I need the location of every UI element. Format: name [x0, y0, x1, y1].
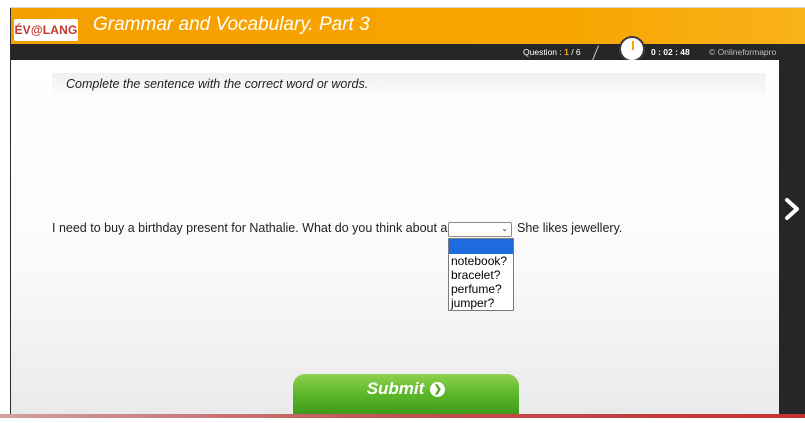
option-jumper[interactable]: jumper? [449, 296, 513, 310]
instruction-bar: Complete the sentence with the correct w… [52, 73, 766, 95]
status-bar: Question : 1 / 6 0 : 02 : 48 © Onlinefor… [11, 44, 805, 61]
question-counter: Question : 1 / 6 [523, 45, 581, 59]
side-nav-bar [779, 60, 805, 414]
question-area: Complete the sentence with the correct w… [11, 60, 779, 414]
submit-button-content: Submit ❯ [367, 379, 446, 399]
option-notebook[interactable]: notebook? [449, 254, 513, 268]
chevron-down-icon: ⌄ [501, 224, 508, 233]
question-prefix: Question : [523, 47, 565, 57]
header-bar: ÉV@LANG Grammar and Vocabulary. Part 3 [11, 8, 805, 44]
logo-text: ÉV@LANG [14, 23, 78, 37]
stopwatch-icon [619, 36, 645, 62]
timer-value: 0 : 02 : 48 [651, 47, 690, 57]
option-blank-highlighted[interactable] [449, 239, 513, 254]
sentence-start: I need to buy a birthday present for Nat… [52, 221, 448, 235]
option-perfume[interactable]: perfume? [449, 282, 513, 296]
instruction-text: Complete the sentence with the correct w… [66, 77, 369, 91]
submit-button[interactable]: Submit ❯ [293, 374, 519, 414]
page-title: Grammar and Vocabulary. Part 3 [93, 14, 370, 35]
answer-select[interactable]: ⌄ [448, 222, 512, 237]
chevron-right-icon[interactable] [782, 194, 802, 224]
question-total: / 6 [568, 47, 581, 57]
answer-options-list: notebook? bracelet? perfume? jumper? [448, 238, 514, 311]
sentence-end: She likes jewellery. [517, 221, 623, 235]
arrow-circle-icon: ❯ [430, 381, 446, 397]
app-window: ÉV@LANG Grammar and Vocabulary. Part 3 Q… [10, 8, 805, 414]
submit-label: Submit [366, 379, 425, 398]
stopwatch-hand [632, 41, 634, 50]
copyright-text: © Onlineformapro [709, 47, 777, 57]
bottom-accent-line [0, 414, 805, 418]
option-bracelet[interactable]: bracelet? [449, 268, 513, 282]
status-divider [592, 45, 599, 61]
evolang-logo: ÉV@LANG [14, 19, 78, 41]
